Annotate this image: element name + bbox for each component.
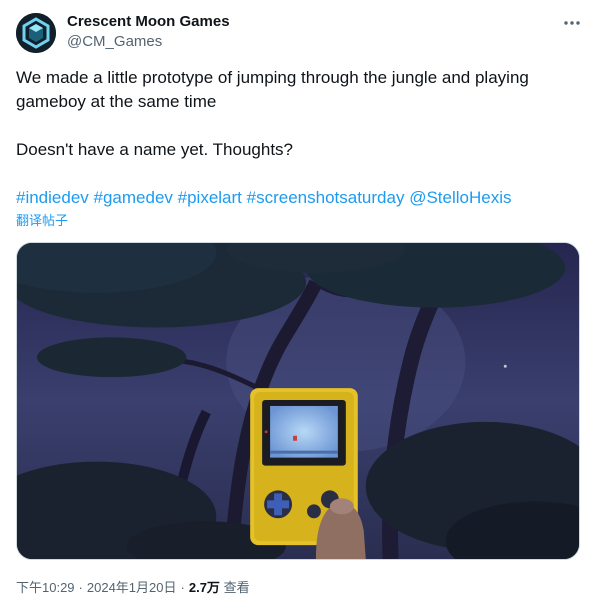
tweet-line: gameboy at the same time <box>16 92 217 111</box>
views-label: 查看 <box>223 580 250 595</box>
post-time[interactable]: 下午10:29 <box>16 580 75 595</box>
hashtag-pixelart[interactable]: #pixelart <box>178 188 242 207</box>
tweet-meta: 下午10:29 · 2024年1月20日 · 2.7万 查看 <box>16 579 250 597</box>
views-count[interactable]: 2.7万 <box>189 580 220 595</box>
more-options-button[interactable] <box>560 11 584 35</box>
hashtag-indiedev[interactable]: #indiedev <box>16 188 89 207</box>
tweet: Crescent Moon Games @CM_Games We made a … <box>0 0 598 615</box>
author-handle[interactable]: @CM_Games <box>67 32 162 52</box>
translate-post-link[interactable]: 翻译帖子 <box>16 212 68 230</box>
tweet-line: Doesn't have a name yet. Thoughts? <box>16 140 293 159</box>
tweet-line: We made a little prototype of jumping th… <box>16 68 529 87</box>
author-name[interactable]: Crescent Moon Games <box>67 12 230 32</box>
avatar[interactable] <box>16 13 56 53</box>
game-screenshot <box>17 243 579 559</box>
separator-dot: · <box>180 580 185 595</box>
media-image[interactable] <box>16 242 580 560</box>
mention-stellohexis[interactable]: @StelloHexis <box>409 188 511 207</box>
separator-dot: · <box>78 580 83 595</box>
post-date[interactable]: 2024年1月20日 <box>87 580 177 595</box>
hashtag-gamedev[interactable]: #gamedev <box>94 188 173 207</box>
hashtag-screenshotsaturday[interactable]: #screenshotsaturday <box>247 188 405 207</box>
tweet-text: We made a little prototype of jumping th… <box>16 66 576 210</box>
hexagon-logo-icon <box>16 13 56 53</box>
more-horizontal-icon <box>564 21 580 25</box>
hashtags: #indiedev #gamedev #pixelart #screenshot… <box>16 186 576 210</box>
